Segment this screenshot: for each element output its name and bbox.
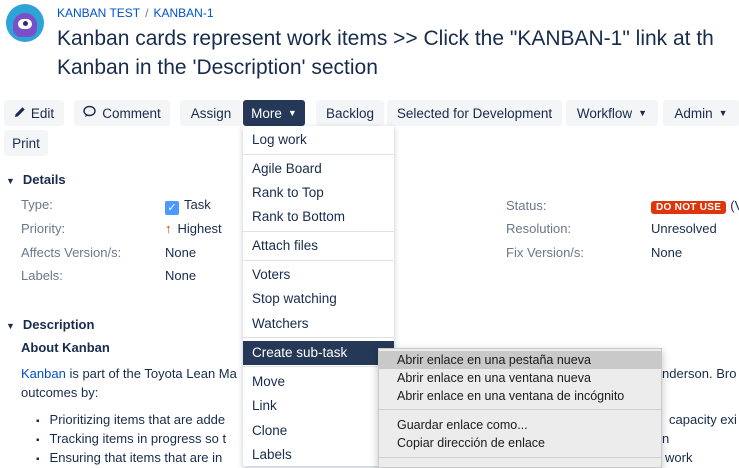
menu-item-move[interactable]: Move bbox=[243, 370, 394, 394]
menu-item-agile-board[interactable]: Agile Board bbox=[243, 157, 394, 181]
chevron-down-icon: ▼ bbox=[638, 108, 648, 118]
type-value-text: Task bbox=[184, 197, 211, 212]
context-item-open-new-tab[interactable]: Abrir enlace en una pestaña nueva bbox=[379, 351, 661, 369]
context-item-copy-link-address[interactable]: Copiar dirección de enlace bbox=[379, 434, 661, 452]
description-paragraph-text: is part of the Toyota Lean Ma bbox=[65, 366, 237, 381]
edit-button-label: Edit bbox=[30, 105, 55, 121]
chevron-down-icon: ▼ bbox=[6, 321, 15, 331]
breadcrumb-separator: / bbox=[145, 6, 149, 20]
list-item: Ensuring that items that are in bbox=[0, 450, 223, 465]
browser-context-menu: Abrir enlace en una pestaña nueva Abrir … bbox=[378, 348, 662, 468]
priority-value-text: Highest bbox=[177, 221, 222, 236]
list-item: Tracking items in progress so t bbox=[0, 431, 227, 446]
menu-item-stop-watching[interactable]: Stop watching bbox=[243, 287, 394, 311]
details-heading: Details bbox=[22, 172, 66, 187]
priority-value: ↑ Highest bbox=[165, 221, 222, 236]
menu-divider bbox=[243, 231, 394, 232]
page-title-line2: Kanban in the 'Description' section bbox=[57, 56, 378, 79]
resolution-label: Resolution: bbox=[506, 221, 572, 236]
context-menu-divider bbox=[379, 457, 661, 458]
menu-divider bbox=[243, 260, 394, 261]
status-badge[interactable]: DO NOT USE bbox=[651, 201, 727, 214]
project-avatar[interactable] bbox=[6, 4, 44, 42]
status-suffix: (V bbox=[730, 198, 739, 213]
menu-item-voters[interactable]: Voters bbox=[243, 263, 394, 287]
description-toggle[interactable]: ▼ Description bbox=[6, 317, 94, 332]
menu-item-create-sub-task[interactable]: Create sub-task bbox=[243, 341, 394, 365]
resolution-value: Unresolved bbox=[651, 221, 717, 236]
list-item-right: work bbox=[665, 450, 693, 465]
kanban-link[interactable]: Kanban bbox=[21, 366, 66, 381]
comment-button-label: Comment bbox=[102, 105, 161, 121]
menu-divider bbox=[243, 154, 394, 155]
assign-button[interactable]: Assign bbox=[180, 100, 242, 126]
menu-item-rank-to-top[interactable]: Rank to Top bbox=[243, 181, 394, 205]
workflow-button-label: Workflow bbox=[576, 105, 633, 121]
menu-item-link[interactable]: Link bbox=[243, 394, 394, 418]
fix-versions-value: None bbox=[651, 245, 683, 260]
page-title: Kanban cards represent work items >> Cli… bbox=[57, 27, 714, 50]
affects-versions-value: None bbox=[165, 245, 197, 260]
fix-versions-label: Fix Version/s: bbox=[506, 245, 585, 260]
chevron-down-icon: ▼ bbox=[287, 108, 297, 118]
about-kanban-heading: About Kanban bbox=[21, 340, 110, 355]
admin-button[interactable]: Admin ▼ bbox=[663, 100, 739, 126]
admin-button-label: Admin bbox=[674, 105, 713, 121]
menu-item-labels[interactable]: Labels bbox=[243, 443, 394, 467]
details-toggle[interactable]: ▼ Details bbox=[6, 172, 66, 187]
description-paragraph: Kanban is part of the Toyota Lean Ma bbox=[21, 366, 237, 381]
list-item: Prioritizing items that are adde bbox=[0, 412, 226, 427]
monster-pupil bbox=[23, 21, 28, 26]
menu-divider bbox=[243, 337, 394, 338]
context-item-save-link-as[interactable]: Guardar enlace como... bbox=[379, 416, 661, 434]
list-item-right: capacity exi bbox=[669, 412, 737, 427]
menu-divider bbox=[243, 366, 394, 367]
menu-item-clone[interactable]: Clone bbox=[243, 419, 394, 443]
context-menu-divider bbox=[379, 409, 661, 410]
description-heading: Description bbox=[22, 317, 95, 332]
chevron-down-icon: ▼ bbox=[718, 108, 728, 118]
breadcrumb-issue[interactable]: KANBAN-1 bbox=[153, 6, 213, 20]
comment-button[interactable]: Comment bbox=[74, 100, 170, 126]
pencil-icon bbox=[14, 106, 26, 121]
checkbox-icon: ✓ bbox=[165, 201, 179, 215]
workflow-button[interactable]: Workflow ▼ bbox=[566, 100, 658, 126]
status-label: Status: bbox=[506, 198, 547, 213]
menu-item-attach-files[interactable]: Attach files bbox=[243, 234, 394, 258]
description-paragraph-line2: outcomes by: bbox=[21, 385, 99, 400]
menu-item-watchers[interactable]: Watchers bbox=[243, 312, 394, 336]
breadcrumb: KANBAN TEST / KANBAN-1 bbox=[57, 6, 214, 20]
backlog-button[interactable]: Backlog bbox=[316, 100, 384, 126]
menu-item-rank-to-bottom[interactable]: Rank to Bottom bbox=[243, 205, 394, 229]
menu-item-log-work[interactable]: Log work bbox=[243, 128, 394, 152]
labels-value: None bbox=[165, 268, 197, 283]
more-dropdown-menu: Log work Agile Board Rank to Top Rank to… bbox=[243, 126, 394, 466]
status-field: DO NOT USE (V bbox=[651, 197, 739, 215]
print-button[interactable]: Print bbox=[4, 130, 48, 156]
arrow-up-icon: ↑ bbox=[165, 221, 172, 236]
context-item-open-new-window[interactable]: Abrir enlace en una ventana nueva bbox=[379, 369, 661, 387]
priority-label: Priority: bbox=[21, 221, 66, 236]
chevron-down-icon: ▼ bbox=[6, 176, 15, 186]
breadcrumb-project[interactable]: KANBAN TEST bbox=[57, 6, 140, 20]
description-paragraph-right: nderson. Bro bbox=[662, 366, 737, 381]
selected-for-development-button[interactable]: Selected for Development bbox=[387, 100, 562, 126]
labels-label: Labels: bbox=[21, 268, 63, 283]
type-label: Type: bbox=[21, 197, 53, 212]
more-button-label: More bbox=[251, 105, 282, 121]
context-item-open-incognito[interactable]: Abrir enlace en una ventana de incógnito bbox=[379, 387, 661, 405]
comment-icon bbox=[83, 105, 96, 121]
type-value: ✓ Task bbox=[165, 197, 211, 215]
more-button[interactable]: More ▼ bbox=[243, 100, 305, 126]
affects-versions-label: Affects Version/s: bbox=[21, 245, 122, 260]
list-item-right: n bbox=[662, 431, 670, 446]
edit-button[interactable]: Edit bbox=[4, 100, 64, 126]
